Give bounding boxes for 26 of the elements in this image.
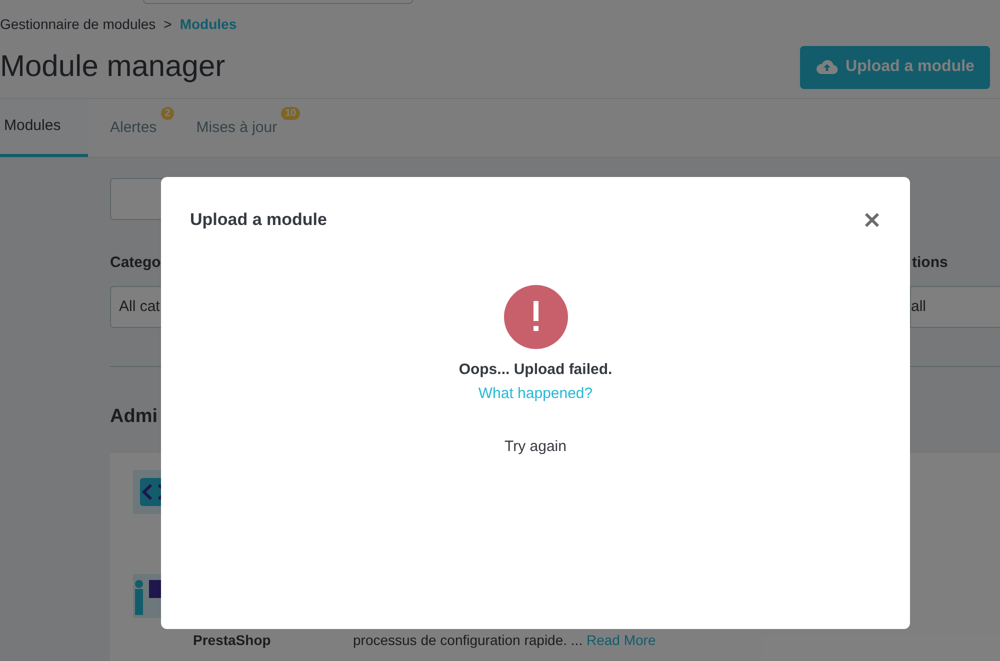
breadcrumb-separator: > <box>164 14 172 34</box>
close-icon[interactable] <box>864 212 880 228</box>
code-module-icon <box>133 470 161 514</box>
error-message: Oops... Upload failed. <box>458 360 612 380</box>
actions-select[interactable]: all <box>910 286 1000 328</box>
tab[interactable]: Mises à jour <box>192 99 282 157</box>
filter-label: Catego <box>110 253 162 272</box>
page-title: Module manager <box>0 52 226 82</box>
error-icon <box>504 284 568 348</box>
breadcrumb-link[interactable]: Gestionnaire de modules <box>0 14 156 34</box>
count-badge: 2 <box>160 107 174 120</box>
cloud-upload-icon <box>816 59 838 75</box>
presentation-module-icon <box>133 574 161 618</box>
search-field[interactable] <box>143 0 413 4</box>
try-again-button[interactable]: Try again <box>500 436 570 458</box>
tab[interactable]: Alertes <box>106 99 161 157</box>
breadcrumb-link[interactable]: Modules <box>180 14 237 34</box>
dialog-title: Upload a module <box>190 209 327 231</box>
what-happened-link[interactable]: What happened? <box>478 383 593 406</box>
read-more-link[interactable]: Read More <box>586 632 656 648</box>
filter-label: tions <box>911 253 948 272</box>
section-title: Admi <box>110 405 158 427</box>
module-description: processus de configuration rapide. ... Read More <box>353 631 656 650</box>
count-badge: 10 <box>281 107 300 120</box>
upload-button[interactable]: Upload a module <box>800 46 990 88</box>
module-author: PrestaShop <box>193 631 272 650</box>
